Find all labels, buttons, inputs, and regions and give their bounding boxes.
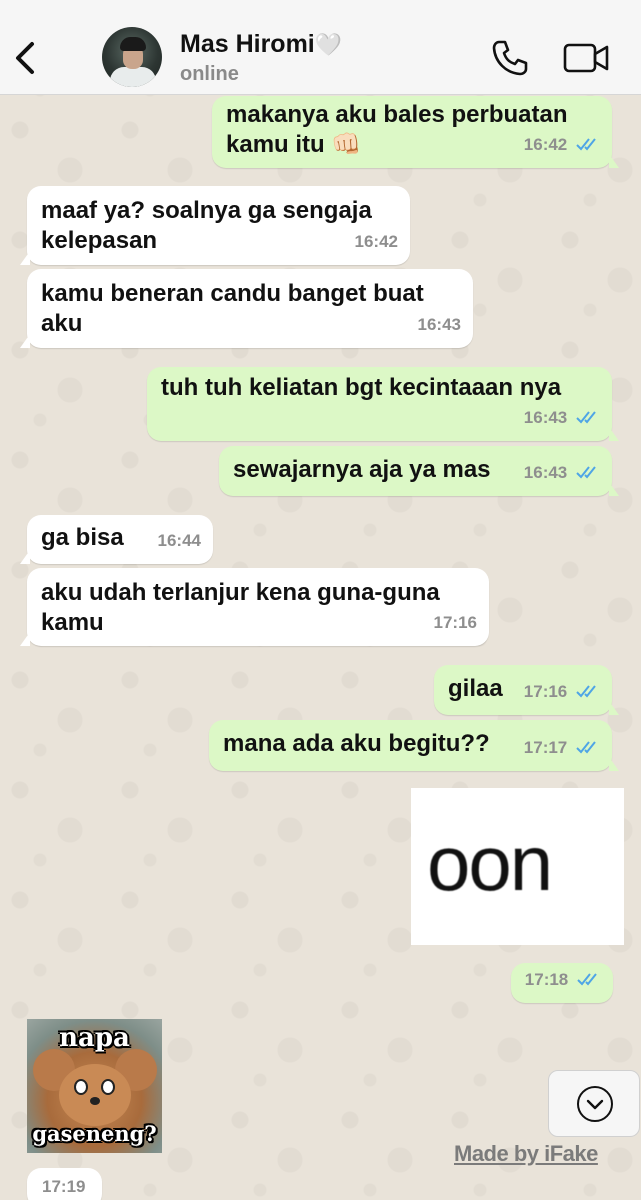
message-meta: 16:44 — [158, 526, 201, 556]
avatar[interactable] — [102, 27, 162, 87]
message-bubble-incoming[interactable]: kamu beneran candu banget buat aku 16:43 — [20, 269, 473, 348]
message-time: 17:19 — [42, 1177, 86, 1196]
message-time: 16:44 — [157, 531, 201, 550]
sticker-caption-bottom: gaseneng? — [32, 1121, 157, 1146]
message-bubble-incoming[interactable]: aku udah terlanjur kena guna-guna kamu 1… — [20, 568, 489, 646]
back-chevron-icon — [16, 42, 34, 74]
message-time: 16:42 — [523, 135, 568, 154]
message-meta: 17:19 — [42, 1172, 85, 1200]
message-time: 16:42 — [354, 232, 398, 251]
message-bubble-outgoing[interactable]: tuh tuh keliatan bgt kecintaaan nya 16:4… — [147, 367, 619, 441]
sticker-timestamp-badge: 17:18 — [511, 963, 613, 1003]
message-text: tuh tuh keliatan bgt kecintaaan nya — [161, 374, 562, 401]
message-meta: 17:17 — [524, 733, 600, 763]
contact-status: online — [180, 63, 239, 85]
double-check-icon — [576, 411, 596, 424]
message-text: aku udah terlanjur kena guna-guna kamu — [41, 579, 440, 636]
message-meta: 17:16 — [434, 608, 477, 638]
message-bubble-incoming[interactable]: maaf ya? soalnya ga sengaja kelepasan 16… — [20, 186, 410, 265]
message-bubble-outgoing[interactable]: sewajarnya aja ya mas 16:43 — [219, 446, 619, 496]
sticker-timestamp-badge: 17:19 — [27, 1168, 102, 1200]
message-meta: 16:42 — [355, 227, 398, 257]
sticker-image[interactable]: oon — [411, 788, 624, 945]
message-meta: 16:43 — [524, 458, 600, 488]
message-bubble-outgoing[interactable]: gilaa 17:16 — [434, 665, 619, 715]
sticker-text: oon — [427, 819, 553, 907]
voice-call-button[interactable] — [490, 38, 530, 78]
sticker-caption-top: napa — [59, 1023, 130, 1053]
message-meta: 16:42 — [524, 130, 600, 160]
chevron-down-icon — [577, 1086, 613, 1122]
video-camera-icon — [563, 43, 609, 73]
message-time: 17:18 — [524, 970, 569, 989]
chat-header: Mas Hiromi🤍 online — [0, 0, 641, 95]
message-time: 17:16 — [523, 682, 568, 701]
watermark: Made by iFake — [454, 1141, 598, 1166]
message-bubble-outgoing[interactable]: makanya aku bales perbuatan kamu itu 👊🏻 … — [212, 96, 619, 168]
message-text: kamu beneran candu banget buat aku — [41, 280, 424, 337]
phone-icon — [492, 40, 528, 76]
message-time: 16:43 — [523, 463, 568, 482]
contact-name[interactable]: Mas Hiromi🤍 — [180, 30, 342, 59]
double-check-icon — [576, 138, 596, 151]
back-button[interactable] — [10, 38, 42, 78]
message-time: 17:17 — [523, 738, 568, 757]
message-text: maaf ya? soalnya ga sengaja kelepasan — [41, 197, 372, 254]
message-time: 16:43 — [417, 315, 461, 334]
contact-name-text: Mas Hiromi — [180, 30, 315, 58]
double-check-icon — [576, 466, 596, 479]
message-time: 17:16 — [433, 613, 477, 632]
message-meta: 17:18 — [525, 965, 601, 995]
message-meta: 16:43 — [524, 403, 600, 433]
double-check-icon — [576, 685, 596, 698]
sticker-image[interactable]: napa gaseneng? — [27, 1019, 162, 1153]
message-meta: 17:16 — [524, 677, 600, 707]
message-meta: 16:43 — [418, 310, 461, 340]
scroll-to-bottom-button[interactable] — [548, 1070, 640, 1137]
video-call-button[interactable] — [562, 40, 610, 76]
message-time: 16:43 — [523, 408, 568, 427]
message-bubble-outgoing[interactable]: mana ada aku begitu?? 17:17 — [209, 720, 619, 771]
heart-emoji: 🤍 — [314, 32, 343, 57]
double-check-icon — [577, 973, 597, 986]
message-bubble-incoming[interactable]: ga bisa 16:44 — [20, 515, 213, 564]
double-check-icon — [576, 741, 596, 754]
